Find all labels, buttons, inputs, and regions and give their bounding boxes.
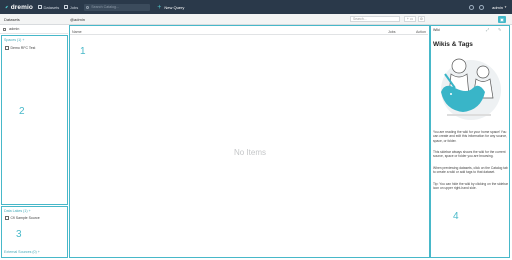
main-content-panel: 1 <box>69 25 430 258</box>
space-item-label: Demo RFC Test <box>10 46 36 50</box>
source-item-label: Cfl Sample Source <box>10 216 40 220</box>
region-label-4: 4 <box>453 211 459 222</box>
new-query-label: New Query <box>164 4 185 10</box>
space-item[interactable]: Demo RFC Test <box>5 46 35 50</box>
dremio-logo[interactable]: dremio <box>5 3 33 11</box>
wiki-paragraph: When previewing datasets, click on the C… <box>433 166 508 175</box>
dremio-logo-icon <box>5 5 9 9</box>
catalog-search-placeholder: Search Catalog... <box>91 5 120 9</box>
wiki-tab-label[interactable]: Wiki <box>433 28 440 32</box>
user-menu[interactable]: admin ▼ <box>492 5 507 10</box>
wiki-paragraph: You are reading the wiki for your home s… <box>433 130 508 143</box>
help-icon[interactable] <box>469 4 475 10</box>
sub-header: Datasets @admin Search... + ▭ ⚙ ▣ <box>0 14 512 25</box>
sources-panel: Data Lakes (1) + Cfl Sample Source 3 Ext… <box>1 206 68 258</box>
logo-text: dremio <box>10 3 33 11</box>
catalog-search-input[interactable]: Search Catalog... <box>84 3 151 11</box>
col-action: Action <box>416 29 426 34</box>
wiki-illustration <box>441 58 501 120</box>
chevron-down-icon: ▼ <box>504 5 507 9</box>
region-label-3: 3 <box>16 229 22 240</box>
nav-jobs-label: Jobs <box>69 4 79 10</box>
external-sources-header[interactable]: External Sources (0) + <box>4 250 40 254</box>
expand-icon[interactable]: ⤢ <box>486 27 489 32</box>
settings-button[interactable]: ⚙ <box>418 16 425 22</box>
space-search-input[interactable]: Search... <box>350 16 400 22</box>
jobs-icon <box>64 5 69 9</box>
region-label-2: 2 <box>19 106 25 117</box>
nav-datasets[interactable]: Datasets <box>38 5 59 10</box>
add-button[interactable]: + ▭ <box>404 16 416 22</box>
datasets-icon <box>38 5 42 9</box>
source-item[interactable]: Cfl Sample Source <box>5 216 40 220</box>
nav-datasets-label: Datasets <box>43 4 60 10</box>
breadcrumb[interactable]: @admin <box>70 17 85 22</box>
plus-icon: + <box>157 3 162 11</box>
home-item[interactable]: admin <box>0 25 68 34</box>
edit-icon[interactable]: ✎ <box>498 27 501 32</box>
wiki-paragraph: This sidebar always shows the wiki for t… <box>433 150 506 159</box>
spaces-panel: Spaces (1) + Demo RFC Test 2 <box>1 35 68 205</box>
table-header: Name Jobs Action <box>70 28 428 35</box>
search-icon <box>86 5 90 9</box>
sources-header[interactable]: Data Lakes (1) + <box>4 209 31 213</box>
col-name[interactable]: Name <box>72 30 82 34</box>
source-icon <box>5 216 9 220</box>
home-label: admin <box>9 27 20 32</box>
wiki-toggle-button[interactable]: ▣ <box>498 16 506 23</box>
top-navbar: dremio Datasets Jobs Search Catalog... +… <box>0 0 512 14</box>
spaces-header[interactable]: Spaces (1) + <box>4 38 24 42</box>
new-query-button[interactable]: + New Query <box>157 4 184 11</box>
space-icon <box>5 46 9 50</box>
home-icon <box>3 28 6 31</box>
wiki-title: Wikis & Tags <box>433 41 473 48</box>
nav-jobs[interactable]: Jobs <box>64 5 78 10</box>
empty-state-text: No Items <box>233 148 266 157</box>
user-name: admin <box>492 4 504 10</box>
wiki-paragraph: Tip: You can hide the wiki by clicking o… <box>433 182 509 191</box>
col-jobs: Jobs <box>388 29 396 34</box>
region-label-1: 1 <box>80 46 86 57</box>
page-title: Datasets <box>4 17 20 22</box>
settings-icon[interactable] <box>479 4 485 10</box>
